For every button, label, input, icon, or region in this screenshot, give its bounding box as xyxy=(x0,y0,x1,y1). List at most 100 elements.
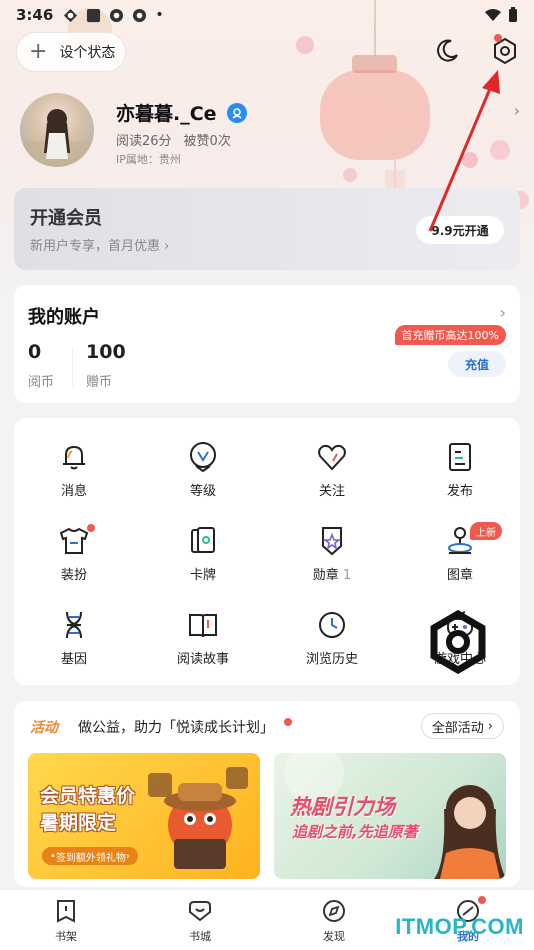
tab-bookstore[interactable]: 书城 xyxy=(160,898,240,944)
coins-label: 阅币 xyxy=(28,375,55,390)
medal-count: 1 xyxy=(342,568,352,583)
bookstore-icon xyxy=(189,901,211,922)
grid-label: 发布 xyxy=(446,484,473,499)
vip-title: 开通会员 xyxy=(30,208,102,229)
account-title: 我的账户 xyxy=(28,307,100,328)
username: 亦暮暮._Ce xyxy=(116,99,247,126)
me-notification-dot xyxy=(478,896,486,904)
set-status-label: 设个状态 xyxy=(59,45,116,61)
tab-label: 发现 xyxy=(323,930,345,943)
app-notification-icon xyxy=(64,8,78,22)
medal-icon xyxy=(322,527,342,556)
coins-value: 0 xyxy=(28,341,42,363)
vip-subtitle: 新用户专享，首月优惠 › xyxy=(30,239,170,254)
member-summer-banner[interactable]: 会员特惠价 暑期限定 • 签到额外领礼物 › xyxy=(28,753,260,879)
grid-label: 等级 xyxy=(189,484,216,499)
grid-item-reading-stories[interactable]: 阅读故事 xyxy=(143,608,263,667)
grid-item-history[interactable]: 浏览历史 xyxy=(272,608,392,667)
recharge-button[interactable]: 充值 xyxy=(448,351,506,377)
ip-location: IP属地：贵州 xyxy=(116,153,181,166)
dna-icon xyxy=(66,611,82,639)
recharge-promo-badge: 首充赠币高达100% xyxy=(394,325,506,345)
feature-grid: 消息 等级 关注 发布 装扮 卡牌 勋章 1 上新 图章 基因 阅读故事 浏览历… xyxy=(14,418,520,685)
drama-banner[interactable]: 热剧引力场 追剧之前,先追原著 xyxy=(274,753,506,879)
banner2-title: 热剧引力场 xyxy=(290,795,395,819)
vip-open-button[interactable]: 9.9元开通 xyxy=(416,216,504,244)
publish-icon xyxy=(449,443,471,471)
banner2-subtitle: 追剧之前,先追原著 xyxy=(292,823,418,841)
heart-icon xyxy=(318,444,346,471)
grid-label: 关注 xyxy=(318,484,345,499)
discover-icon xyxy=(323,900,345,922)
profile-section[interactable]: 亦暮暮._Ce 阅读26分 被赞0次 IP属地：贵州 › xyxy=(20,93,520,169)
bottom-tab-bar: 书架 书城 发现 我的 ITMOP.COM xyxy=(0,889,534,950)
bell-icon xyxy=(63,445,85,470)
banner1-subtitle: • 签到额外领礼物 › xyxy=(42,847,138,865)
activity-card: 活动 做公益，助力「悦读成长计划」 全部活动 › 会员特惠价 暑期限定 • 签到… xyxy=(14,701,520,887)
grid-item-follow[interactable]: 关注 xyxy=(272,440,392,499)
grid-item-level[interactable]: 等级 xyxy=(143,440,263,499)
avatar-image xyxy=(20,109,94,167)
likes-count: 被赞0次 xyxy=(183,134,231,149)
read-time: 阅读26分 xyxy=(116,134,172,149)
app-notification-icon xyxy=(133,8,147,22)
grid-item-stamps[interactable]: 上新 图章 xyxy=(400,522,520,583)
status-bar: 3:46 • xyxy=(0,0,534,30)
tab-label: 书架 xyxy=(55,930,77,943)
battery-icon xyxy=(509,7,517,22)
grid-label: 卡牌 xyxy=(189,568,216,583)
settings-hexagon-overlay-icon xyxy=(430,610,486,674)
night-mode-moon-icon[interactable] xyxy=(432,36,462,66)
banner1-title: 会员特惠价 暑期限定 xyxy=(40,785,136,834)
grid-label: 图章 xyxy=(446,568,473,583)
grid-item-genes[interactable]: 基因 xyxy=(14,608,134,667)
shirt-icon xyxy=(59,527,89,554)
activity-new-dot xyxy=(284,718,292,726)
username-text: 亦暮暮._Ce xyxy=(116,103,217,125)
plus-icon: + xyxy=(29,39,48,64)
bookshelf-icon xyxy=(57,900,75,923)
history-icon xyxy=(319,612,345,638)
all-activities-button[interactable]: 全部活动 › xyxy=(420,713,504,739)
grid-label: 消息 xyxy=(60,484,87,499)
account-card[interactable]: 我的账户 › 0 阅币 100 赠币 首充赠币高达100% 充值 xyxy=(14,285,520,403)
book-icon xyxy=(189,614,217,638)
grid-label: 浏览历史 xyxy=(305,652,358,667)
activity-text[interactable]: 做公益，助力「悦读成长计划」 xyxy=(78,717,274,737)
chevron-right-icon: › xyxy=(499,303,506,322)
gift-coins-label: 赠币 xyxy=(86,375,113,390)
grid-item-dressup[interactable]: 装扮 xyxy=(14,524,134,583)
chevron-right-icon: › xyxy=(487,718,493,734)
gift-coins-value: 100 xyxy=(86,341,126,363)
grid-item-medals[interactable]: 勋章 1 xyxy=(272,524,392,583)
grid-item-messages[interactable]: 消息 xyxy=(14,440,134,499)
status-time: 3:46 xyxy=(16,6,54,24)
image-notification-icon xyxy=(87,8,101,22)
notification-dot xyxy=(87,524,95,532)
settings-notification-dot xyxy=(494,34,502,42)
new-badge: 上新 xyxy=(470,522,502,540)
more-notifications-dot: • xyxy=(155,7,164,23)
all-activities-label: 全部活动 xyxy=(431,720,484,736)
chevron-right-icon: › xyxy=(513,101,520,120)
grid-label: 勋章 1 xyxy=(312,568,352,583)
grid-item-publish[interactable]: 发布 xyxy=(400,440,520,499)
avatar[interactable] xyxy=(20,93,94,167)
cards-icon xyxy=(191,527,215,553)
tab-discover[interactable]: 发现 xyxy=(294,898,374,944)
vip-card[interactable]: 开通会员 新用户专享，首月优惠 › 9.9元开通 xyxy=(14,188,520,270)
verified-badge-icon xyxy=(226,102,247,123)
grid-label: 装扮 xyxy=(60,568,87,583)
app-notification-icon xyxy=(110,8,124,22)
grid-label: 基因 xyxy=(60,652,87,667)
watermark: ITMOP.COM xyxy=(395,914,524,939)
set-status-button[interactable]: + 设个状态 xyxy=(16,32,126,72)
divider xyxy=(72,347,73,387)
grid-label: 阅读故事 xyxy=(176,652,229,667)
activity-tag: 活动 xyxy=(30,720,58,736)
profile-stats: 阅读26分 被赞0次 xyxy=(116,130,231,149)
grid-item-cards[interactable]: 卡牌 xyxy=(143,524,263,583)
wifi-icon xyxy=(485,9,501,21)
tab-label: 书城 xyxy=(189,930,211,943)
tab-bookshelf[interactable]: 书架 xyxy=(26,898,106,944)
